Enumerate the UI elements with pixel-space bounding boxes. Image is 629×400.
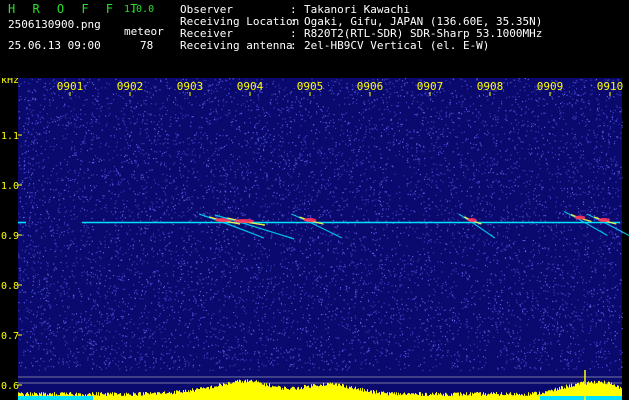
image-filename: 2506130900.png — [8, 18, 101, 31]
meteor-core-4 — [467, 218, 477, 222]
x-tick-label: 0905 — [297, 80, 324, 93]
x-tick-label: 0901 — [57, 80, 84, 93]
app-name: H R O F F T — [8, 2, 143, 16]
power-baseline-left — [18, 396, 93, 400]
info-separator: : — [290, 39, 297, 52]
meteor-core-5 — [574, 215, 586, 220]
x-tick-label: 0909 — [537, 80, 564, 93]
y-axis-unit: kHz — [1, 78, 19, 86]
x-tick-label: 0906 — [357, 80, 384, 93]
observation-datetime: 25.06.13 09:00 — [8, 39, 101, 52]
spectrogram-chart: kHz 1.1 1.0 0.9 0.8 0.7 0.6 0901 0902 0903 0904 090… — [1, 78, 629, 400]
x-tick-label: 0908 — [477, 80, 504, 93]
power-baseline-right — [540, 396, 622, 400]
detection-count: 78 — [140, 39, 154, 52]
x-tick-label: 0902 — [117, 80, 144, 93]
x-tick-label: 0907 — [417, 80, 444, 93]
x-tick-label: 0903 — [177, 80, 204, 93]
x-tick-label: 0904 — [237, 80, 264, 93]
y-tick-label: 0.7 — [1, 331, 19, 342]
info-value: 2el-HB9CV Vertical (el. E-W) — [304, 39, 490, 52]
y-tick-label: 0.9 — [1, 231, 19, 242]
x-tick-label: 0910 — [597, 80, 624, 93]
info-key: Receiving antenna — [180, 39, 293, 52]
meteor-core-3 — [303, 218, 317, 222]
app-version: 1.0.0 — [124, 4, 155, 15]
y-tick-label: 0.6 — [1, 381, 19, 392]
y-tick-label: 1.1 — [1, 131, 19, 142]
meteor-core-2 — [233, 219, 255, 223]
y-tick-label: 0.8 — [1, 281, 19, 292]
meteor-core-6 — [598, 218, 610, 222]
y-tick-label: 1.0 — [1, 181, 19, 192]
header-panel: H R O F F T 1.0.0 2506130900.png meteor … — [0, 0, 629, 78]
spectrogram-panel: kHz 1.1 1.0 0.9 0.8 0.7 0.6 0901 0902 0903 0904 090… — [0, 78, 629, 400]
detection-label: meteor — [124, 25, 164, 38]
info-antenna: Receiving antenna: 2el-HB9CV Vertical (el… — [180, 40, 489, 52]
